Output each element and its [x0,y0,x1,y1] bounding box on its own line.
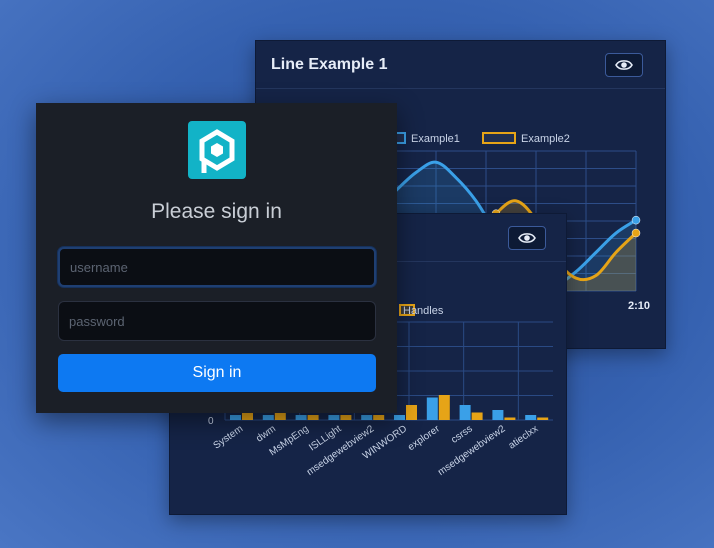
login-card: Please sign in Sign in [36,103,397,413]
sign-in-button[interactable]: Sign in [58,354,376,392]
bar-handles [307,415,319,420]
x-tick-label: 2:10 [628,300,650,312]
y-tick-label: 0 [208,416,214,427]
bar-series1 [394,415,405,420]
x-tick-label: explorer [406,423,442,453]
bar-series1 [328,415,340,420]
hexagon-logo-icon [188,121,246,179]
bar-series1 [295,415,307,420]
bar-series1 [230,415,241,420]
bar-series1 [525,415,537,420]
bar-series1 [262,415,274,420]
bar-handles [438,395,450,420]
legend-label: Example1 [411,133,460,145]
data-point [631,228,641,238]
bar-handles [242,412,253,420]
bar-handles [504,417,516,420]
login-title: Please sign in [151,200,282,223]
data-point [631,215,641,225]
x-tick-label: System [211,423,245,451]
bar-handles [373,415,385,420]
username-field[interactable] [58,247,376,287]
bar-series1 [492,410,504,420]
bar-handles [471,412,483,420]
bar-handles [537,417,549,420]
bar-handles [274,412,286,420]
bar-handles [406,405,417,420]
bar-series1 [361,415,373,420]
legend-label: Example2 [521,133,570,145]
x-tick-label: atieclxx [507,423,541,451]
legend-swatch [482,132,516,144]
bar-series1 [459,405,471,420]
password-field[interactable] [58,301,376,341]
bar-handles [340,415,352,420]
x-tick-label: dwm [254,423,278,444]
bar-series1 [426,397,438,420]
legend-label: Handles [403,305,444,317]
x-tick-label: csrss [449,423,474,445]
